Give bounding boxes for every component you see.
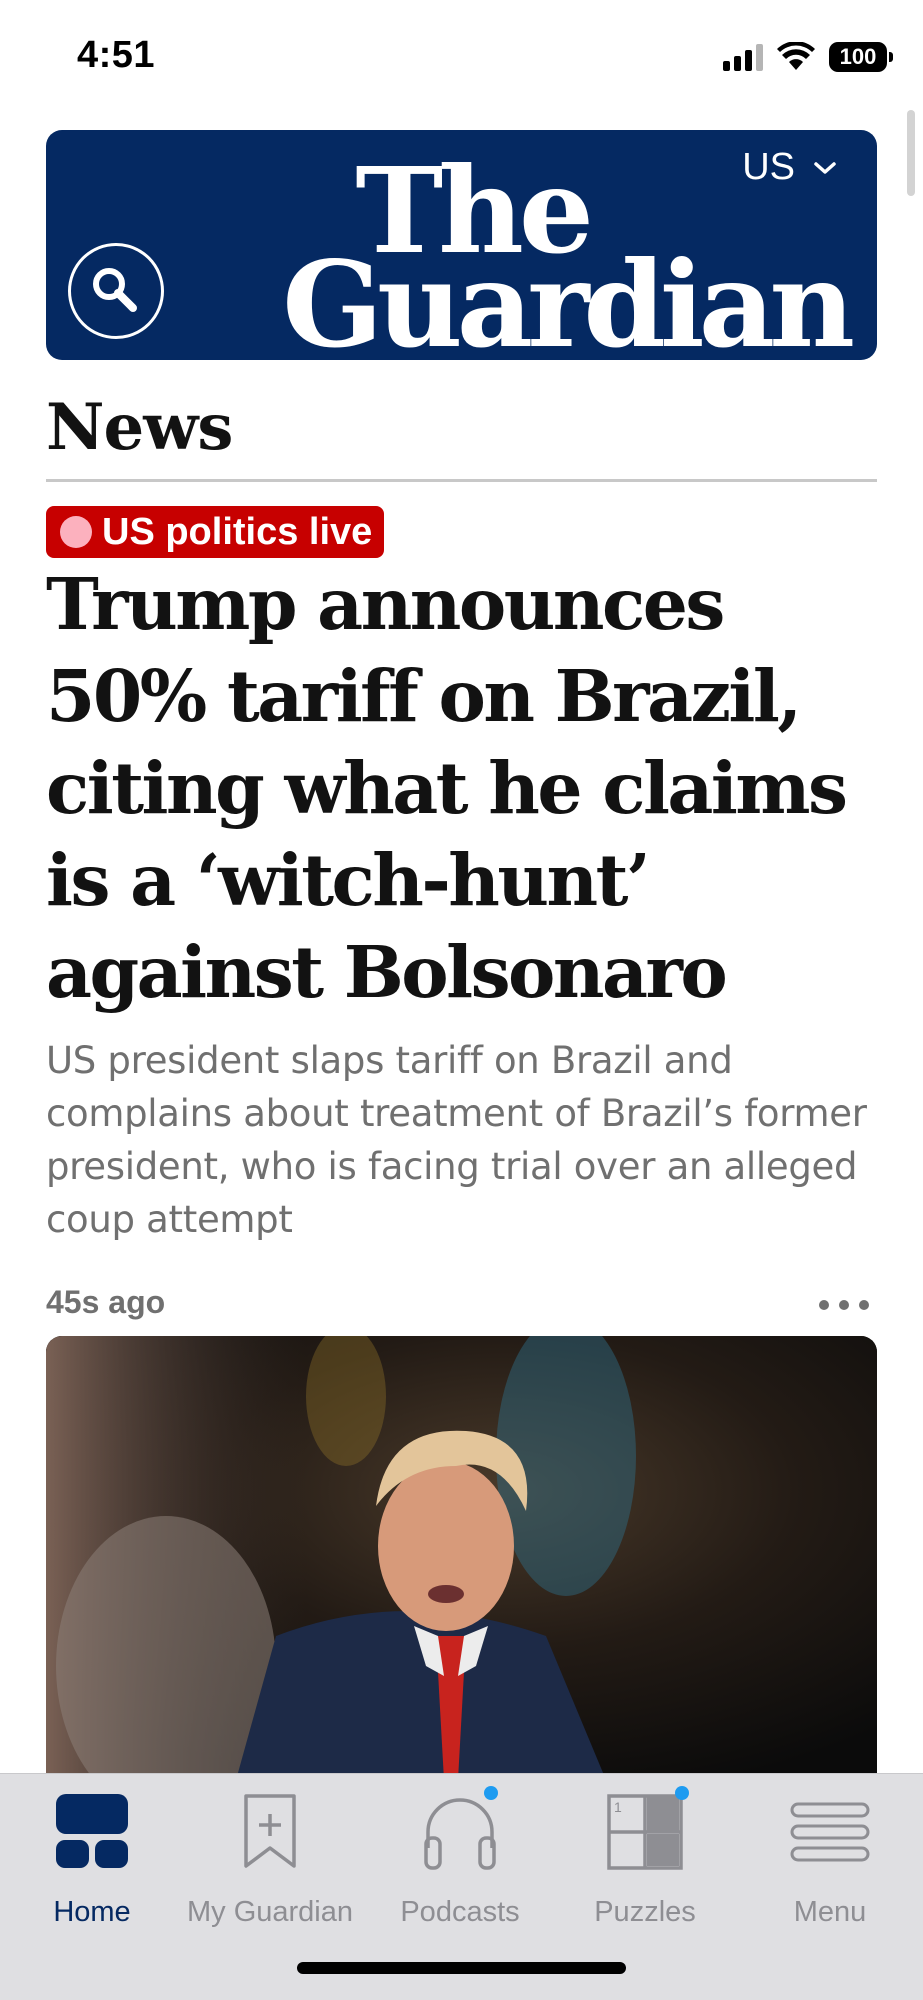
headphones-icon: [420, 1786, 500, 1872]
edition-label: US: [742, 146, 795, 188]
kicker-label: US politics live: [102, 510, 373, 553]
wifi-icon: [777, 42, 815, 70]
notification-dot: [675, 1786, 689, 1800]
article-standfirst: US president slaps tariff on Brazil and …: [46, 1039, 867, 1241]
status-icons: 100: [723, 40, 893, 74]
status-time: 4:51: [77, 34, 156, 76]
signal-icon: [723, 43, 763, 71]
scroll-indicator[interactable]: [907, 110, 915, 196]
section-divider: [46, 479, 877, 482]
article-timestamp: 45s ago: [46, 1284, 166, 1320]
live-dot-icon: [60, 516, 92, 548]
more-dot: [819, 1300, 829, 1310]
article-headline[interactable]: Trump announces 50% tariff on Brazil, ci…: [46, 558, 886, 1018]
more-options-button[interactable]: [779, 1280, 869, 1330]
battery-icon: 100: [829, 42, 893, 72]
tab-label: Home: [53, 1896, 131, 1928]
home-indicator[interactable]: [297, 1962, 626, 1974]
tab-label: Podcasts: [400, 1896, 520, 1928]
more-dot: [859, 1300, 869, 1310]
logo-line-guardian: Guardian: [282, 235, 855, 360]
search-icon: [93, 268, 137, 312]
svg-text:1: 1: [614, 1799, 622, 1815]
tab-label: Menu: [793, 1896, 867, 1928]
battery-level: 100: [839, 44, 877, 69]
article-hero-image[interactable]: [46, 1336, 877, 1780]
tab-home[interactable]: Home: [0, 1792, 184, 1942]
status-bar: 4:51 100: [0, 0, 923, 110]
home-icon: [52, 1792, 132, 1872]
tab-puzzles[interactable]: 1 Puzzles: [553, 1786, 737, 1942]
tab-label: My Guardian: [186, 1896, 353, 1928]
tab-my-guardian[interactable]: My Guardian: [178, 1792, 362, 1942]
tab-label: Puzzles: [594, 1896, 696, 1928]
article-photo: [46, 1336, 877, 1780]
menu-icon: [790, 1792, 870, 1872]
tab-menu[interactable]: Menu: [738, 1792, 922, 1942]
masthead: The Guardian US: [46, 130, 877, 360]
live-kicker[interactable]: US politics live: [46, 506, 385, 558]
notification-dot: [484, 1786, 498, 1800]
tab-podcasts[interactable]: Podcasts: [368, 1786, 552, 1942]
search-button[interactable]: [68, 243, 164, 339]
chevron-down-icon: [814, 161, 836, 174]
section-title: News: [46, 390, 233, 465]
more-dot: [839, 1300, 849, 1310]
crossword-icon: 1: [605, 1786, 689, 1872]
bookmark-add-icon: [230, 1792, 310, 1872]
article-meta: 45s ago: [46, 1280, 877, 1330]
edition-selector[interactable]: US: [742, 146, 837, 189]
